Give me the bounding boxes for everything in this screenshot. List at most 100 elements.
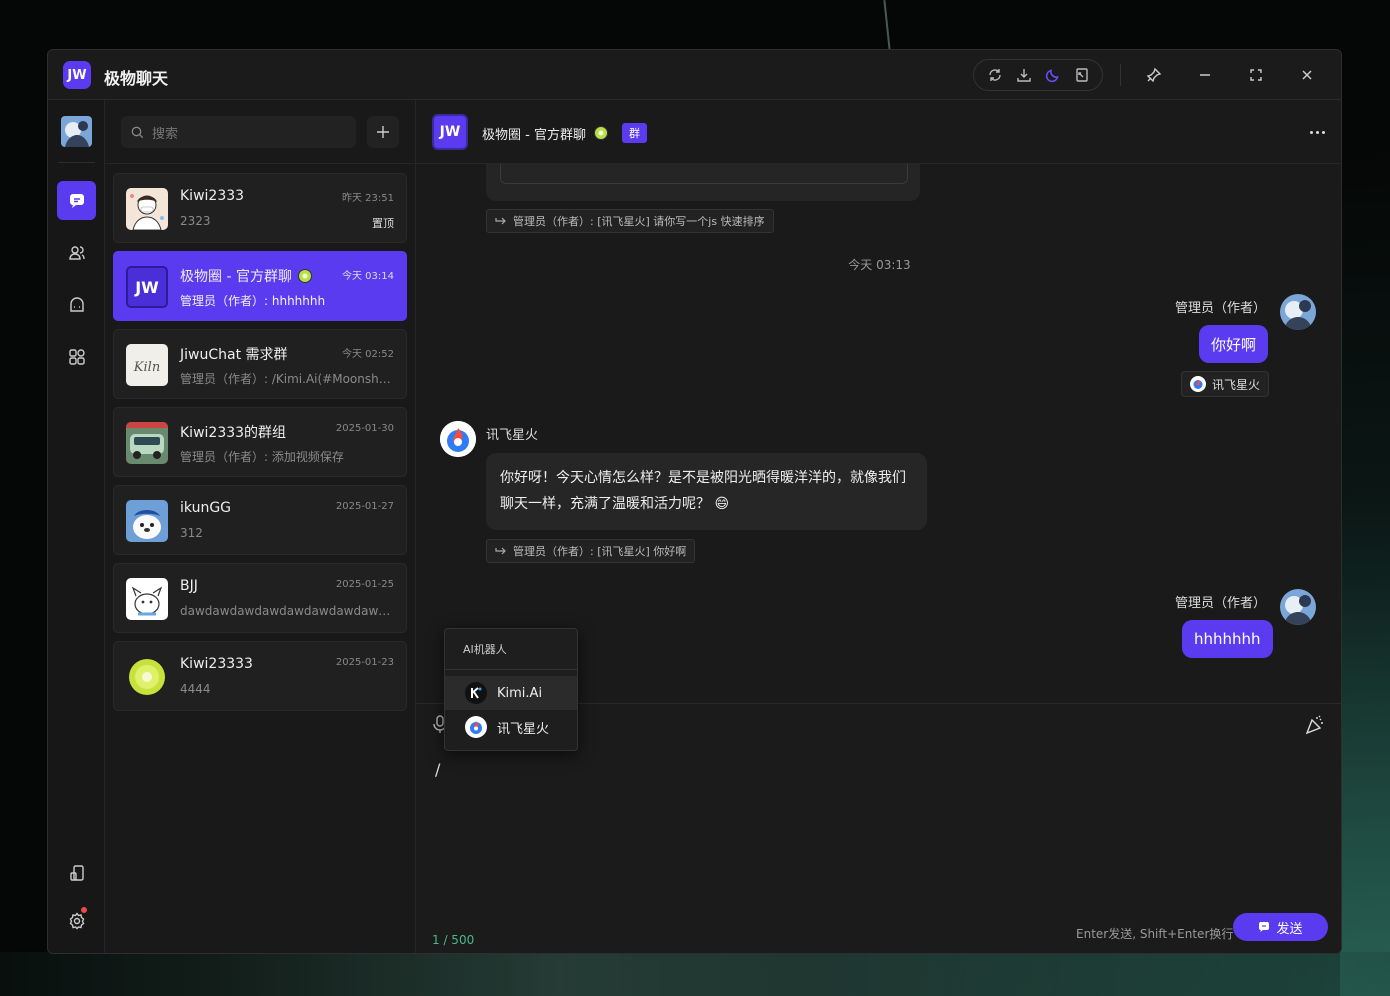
quote-text: 管理员（作者）: [讯飞星火] 请你写一个js 快速排序 <box>513 215 765 228</box>
nav-device-button[interactable] <box>57 853 96 892</box>
user-avatar[interactable] <box>61 116 92 147</box>
search-icon <box>131 126 144 138</box>
background-streak <box>883 0 891 50</box>
ai-menu-item-spark[interactable]: 讯飞星火 <box>445 710 577 744</box>
session-avatar: Kiln <box>126 344 168 386</box>
message-input[interactable]: / <box>435 760 440 779</box>
model-tag[interactable]: 讯飞星火 <box>1181 371 1270 397</box>
more-options-icon[interactable] <box>1307 124 1327 140</box>
session-preview: 管理员（作者）: /Kimi.Ai(#Moonshot... <box>180 372 394 386</box>
refresh-icon[interactable] <box>985 65 1005 85</box>
session-avatar <box>126 422 168 464</box>
background-glow <box>1340 500 1390 996</box>
session-item[interactable]: ikunGG 2025-01-27 312 <box>113 485 407 555</box>
group-avatar[interactable]: JW <box>432 114 468 150</box>
apps-icon <box>68 348 85 365</box>
message-list: 管理员（作者）: [讯飞星火] 请你写一个js 快速排序 今天 03:13 管理… <box>416 164 1341 703</box>
quote-reply[interactable]: 管理员（作者）: [讯飞星火] 你好啊 <box>486 539 696 563</box>
spark-icon <box>1190 376 1206 392</box>
session-time: 2025-01-23 <box>335 657 394 668</box>
model-tag-label: 讯飞星火 <box>1212 377 1261 392</box>
message-bubble[interactable]: 你好啊 <box>1199 325 1269 363</box>
session-item-active[interactable]: JW 极物圈 - 官方群聊 今天 03:14 管理员（作者）: hhhhhhh <box>113 251 407 321</box>
moon-icon[interactable] <box>1043 65 1063 85</box>
ai-menu-title: AI机器人 <box>445 629 577 670</box>
window-icon[interactable] <box>1072 65 1092 85</box>
smile-emoji: 😄 <box>714 496 730 512</box>
chat-title: 极物圈 - 官方群聊 群 <box>482 123 647 143</box>
session-name: 极物圈 - 官方群聊 <box>180 266 312 286</box>
ai-menu-item-kimi[interactable]: Kimi.Ai <box>445 676 577 710</box>
party-popper-icon[interactable] <box>1304 714 1326 736</box>
kiwi-badge-icon <box>297 269 312 283</box>
ai-menu-item-label: 讯飞星火 <box>497 721 550 737</box>
session-preview: dawdawdawdawdawdawdawdawdawdaw... <box>180 604 394 618</box>
nav-contacts-button[interactable] <box>57 233 96 272</box>
download-icon[interactable] <box>1014 65 1034 85</box>
session-time: 2025-01-30 <box>335 423 394 434</box>
previous-message-bubble <box>486 164 920 201</box>
session-time: 今天 03:14 <box>342 271 394 282</box>
message-bubble[interactable]: hhhhhhh <box>1182 620 1273 658</box>
notification-dot <box>81 907 87 913</box>
device-icon <box>69 864 84 881</box>
session-name: ikunGG <box>180 500 232 516</box>
session-time: 今天 02:52 <box>342 349 394 360</box>
minimize-icon[interactable] <box>1193 63 1217 87</box>
svg-text:Kiln: Kiln <box>133 360 160 375</box>
session-preview: 管理员（作者）: 添加视频保存 <box>180 450 344 464</box>
chat-header: JW 极物圈 - 官方群聊 群 <box>416 100 1341 164</box>
session-time: 2025-01-25 <box>335 579 394 590</box>
session-avatar: JW <box>126 266 168 308</box>
ai-robot-menu: AI机器人 Kimi.Ai 讯飞星火 <box>444 628 578 751</box>
kiwi-badge-icon <box>593 126 608 140</box>
app-title: 极物聊天 <box>104 69 169 88</box>
search-placeholder: 搜索 <box>152 126 179 142</box>
sender-name: 管理员（作者） <box>1174 301 1266 316</box>
session-avatar <box>126 656 168 698</box>
search-bar: 搜索 <box>105 100 416 164</box>
gear-icon <box>69 911 84 929</box>
sender-name: 管理员（作者） <box>1174 596 1266 611</box>
ai-menu-item-label: Kimi.Ai <box>497 685 543 701</box>
session-item[interactable]: Kiwi2333的群组 2025-01-30 管理员（作者）: 添加视频保存 <box>113 407 407 477</box>
nav-apps-button[interactable] <box>57 337 96 376</box>
bot-message-bubble[interactable]: 你好呀！今天心情怎么样？是不是被阳光晒得暖洋洋的，就像我们聊天一样，充满了温暖和… <box>486 453 927 530</box>
background-wave <box>0 952 1390 996</box>
search-input[interactable]: 搜索 <box>121 116 356 148</box>
send-hint: Enter发送, Shift+Enter换行 <box>1076 927 1234 941</box>
plus-icon <box>377 126 389 138</box>
session-time: 昨天 23:51 <box>342 193 394 204</box>
pin-icon[interactable] <box>1142 63 1166 87</box>
bot-avatar[interactable] <box>440 421 476 457</box>
add-button[interactable] <box>367 116 399 148</box>
session-item[interactable]: Kiwi2333 昨天 23:51 2323 置顶 <box>113 173 407 243</box>
nav-chat-button[interactable] <box>57 181 96 220</box>
chat-icon <box>69 193 84 208</box>
nav-settings-button[interactable] <box>57 901 96 940</box>
app-window: JW 极物聊天 搜索 Kiwi2333 昨天 23:51 2323 置顶 JW … <box>47 49 1342 954</box>
quote-text: 管理员（作者）: [讯飞星火] 你好啊 <box>513 545 687 558</box>
pinned-badge: 置顶 <box>372 217 394 230</box>
session-avatar <box>126 578 168 620</box>
send-icon <box>1259 922 1270 932</box>
session-preview: 4444 <box>180 682 211 696</box>
close-icon[interactable] <box>1295 63 1319 87</box>
session-item[interactable]: Kiwi23333 2025-01-23 4444 <box>113 641 407 711</box>
sender-avatar[interactable] <box>1280 589 1316 625</box>
app-logo: JW <box>63 61 91 89</box>
title-bar: JW 极物聊天 <box>48 50 1341 100</box>
session-item[interactable]: Kiln JiwuChat 需求群 今天 02:52 管理员（作者）: /Kim… <box>113 329 407 399</box>
nav-rail <box>48 100 105 953</box>
maximize-icon[interactable] <box>1244 63 1268 87</box>
session-item[interactable]: BJJ 2025-01-25 dawdawdawdawdawdawdawdawd… <box>113 563 407 633</box>
session-name: Kiwi23333 <box>180 656 253 672</box>
nav-ai-button[interactable] <box>57 285 96 324</box>
send-button[interactable]: 发送 <box>1233 913 1328 941</box>
sender-avatar[interactable] <box>1280 294 1316 330</box>
message-timestamp: 今天 03:13 <box>848 258 911 272</box>
toolbar-divider <box>1120 64 1121 86</box>
session-avatar <box>126 188 168 230</box>
session-name: JiwuChat 需求群 <box>180 347 288 363</box>
quote-reply[interactable]: 管理员（作者）: [讯飞星火] 请你写一个js 快速排序 <box>486 209 774 233</box>
